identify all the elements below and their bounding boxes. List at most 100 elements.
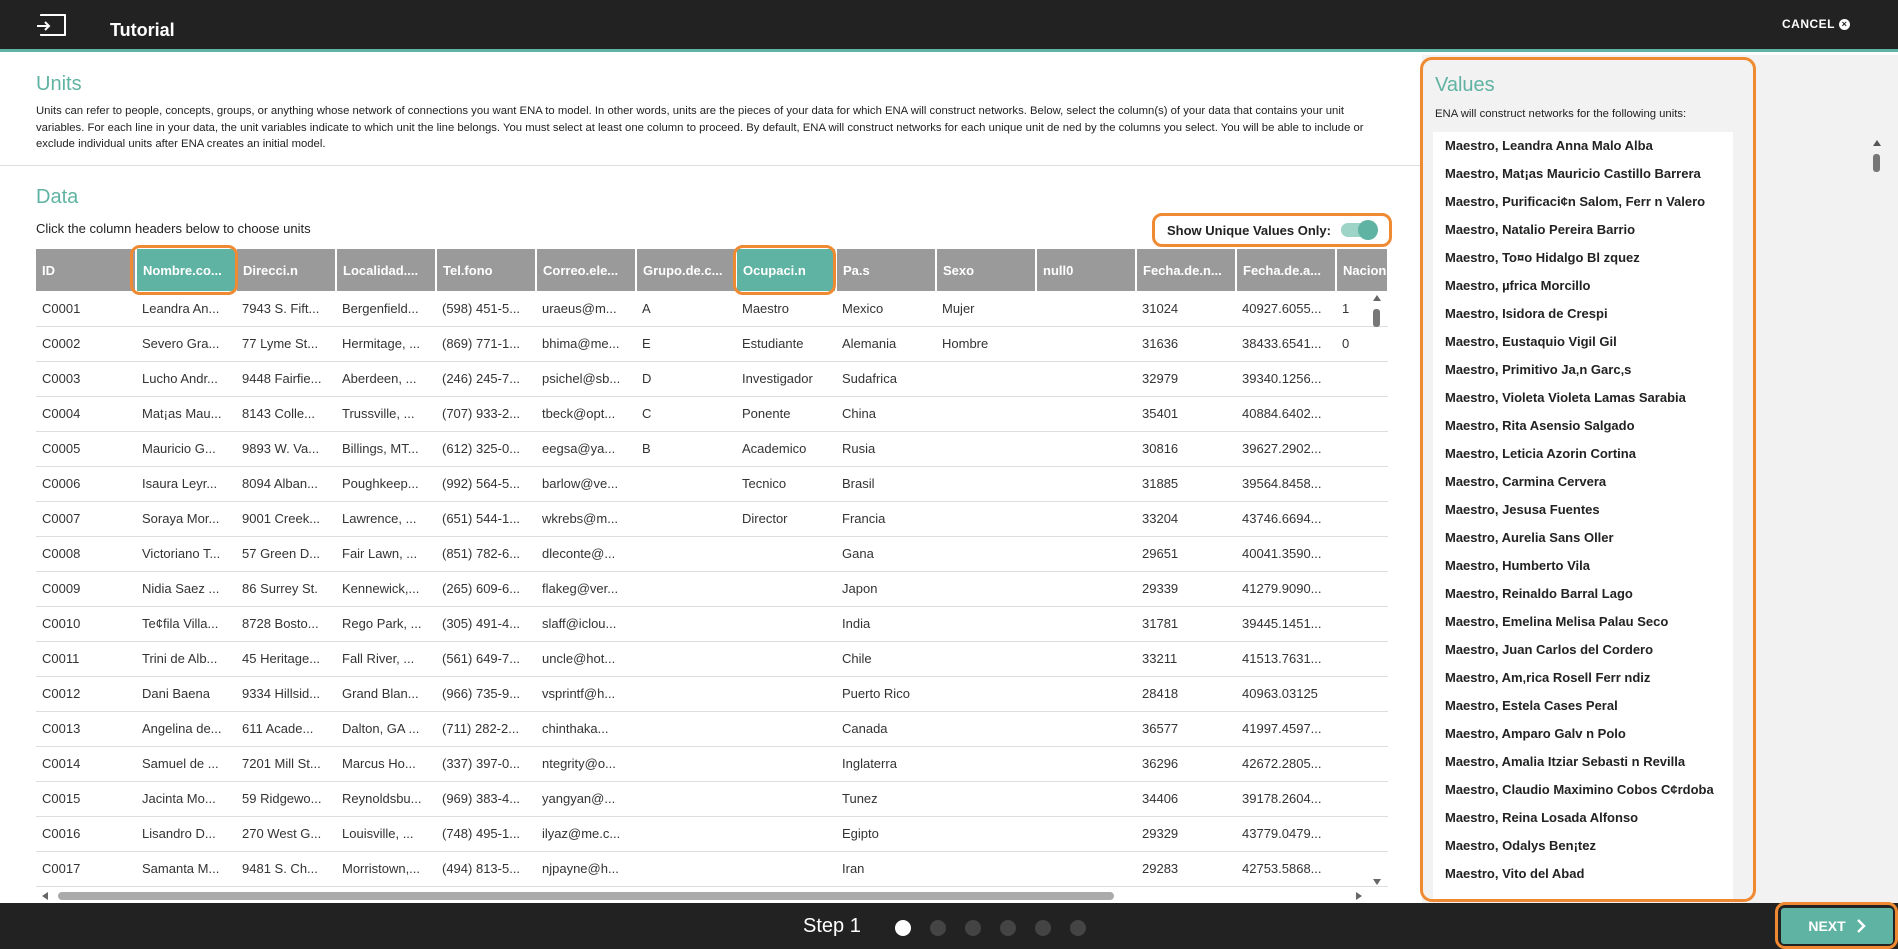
- scroll-left-icon[interactable]: [42, 892, 48, 900]
- scroll-up-icon[interactable]: [1373, 295, 1381, 301]
- step-dot[interactable]: [930, 920, 946, 936]
- value-list-item[interactable]: Maestro, Leticia Azorin Cortina: [1433, 440, 1733, 468]
- column-header[interactable]: Pa.s: [836, 249, 937, 291]
- scroll-thumb[interactable]: [58, 892, 1114, 900]
- table-cell: Maestro: [736, 291, 836, 327]
- column-header[interactable]: Ocupaci.n: [736, 249, 837, 291]
- column-header[interactable]: null0: [1036, 249, 1137, 291]
- scroll-down-icon[interactable]: [1373, 879, 1381, 885]
- step-dot[interactable]: [1070, 920, 1086, 936]
- table-cell: 39178.2604...: [1236, 781, 1336, 817]
- value-list-item[interactable]: Maestro, Jesusa Fuentes: [1433, 496, 1733, 524]
- table-cell: 9893 W. Va...: [236, 431, 336, 467]
- value-list-item[interactable]: Maestro, Claudio Maximino Cobos C¢rdoba: [1433, 776, 1733, 804]
- value-list-item[interactable]: Maestro, Primitivo Ja‚n Garc‚s: [1433, 356, 1733, 384]
- value-list-item[interactable]: Maestro, Amparo Galv n Polo: [1433, 720, 1733, 748]
- column-header[interactable]: Nacion: [1336, 249, 1388, 291]
- table-cell: 33204: [1136, 501, 1236, 537]
- value-list-item[interactable]: Maestro, Purificaci¢n Salom, Ferr n Vale…: [1433, 188, 1733, 216]
- table-row: C0008 Victoriano T... 57 Green D... Fair La…: [36, 536, 1388, 572]
- table-cell: [736, 711, 836, 747]
- table-cell: C0016: [36, 816, 136, 852]
- step-dot[interactable]: [965, 920, 981, 936]
- next-button[interactable]: NEXT: [1781, 908, 1893, 944]
- table-cell: 36577: [1136, 711, 1236, 747]
- column-header[interactable]: Grupo.de.c...: [636, 249, 737, 291]
- column-header[interactable]: Fecha.de.a...: [1236, 249, 1337, 291]
- table-vertical-scrollbar[interactable]: [1370, 295, 1384, 885]
- value-list-item[interactable]: Maestro, Mat¡as Mauricio Castillo Barrer…: [1433, 160, 1733, 188]
- exit-icon[interactable]: [37, 14, 66, 36]
- table-cell: 42672.2805...: [1236, 746, 1336, 782]
- table-row: C0001 Leandra An... 7943 S. Fift... Bergenf…: [36, 291, 1388, 327]
- table-cell: [1036, 571, 1136, 607]
- value-list-item[interactable]: Maestro, Juan Carlos del Cordero: [1433, 636, 1733, 664]
- value-list-item[interactable]: Maestro, Emelina Melisa Palau Seco: [1433, 608, 1733, 636]
- value-list-item[interactable]: Maestro, Violeta Violeta Lamas Sarabia: [1433, 384, 1733, 412]
- table-cell: 39340.1256...: [1236, 361, 1336, 397]
- table-cell: (651) 544-1...: [436, 501, 536, 537]
- value-list-item[interactable]: Maestro, Odalys Ben¡tez: [1433, 832, 1733, 860]
- table-cell: [636, 711, 736, 747]
- value-list-item[interactable]: Maestro, Carmina Cervera: [1433, 468, 1733, 496]
- table-cell: Morristown,...: [336, 851, 436, 887]
- table-cell: 39627.2902...: [1236, 431, 1336, 467]
- table-horizontal-scrollbar[interactable]: [42, 890, 1362, 902]
- table-cell: 31781: [1136, 606, 1236, 642]
- value-list-item[interactable]: Maestro, Humberto Vila: [1433, 552, 1733, 580]
- table-cell: Rego Park, ...: [336, 606, 436, 642]
- table-cell: Bergenfield...: [336, 291, 436, 327]
- column-header[interactable]: Tel.fono: [436, 249, 537, 291]
- value-list-item[interactable]: Maestro, Leandra Anna Malo Alba: [1433, 132, 1733, 160]
- value-list-item[interactable]: Maestro, Reina Losada Alfonso: [1433, 804, 1733, 832]
- scroll-thumb[interactable]: [1873, 154, 1880, 172]
- table-cell: [936, 466, 1036, 502]
- step-dot[interactable]: [1035, 920, 1051, 936]
- column-header[interactable]: Direcci.n: [236, 249, 337, 291]
- value-list-item[interactable]: Maestro, Vito del Abad: [1433, 860, 1733, 888]
- table-cell: 38433.6541...: [1236, 326, 1336, 362]
- scroll-thumb[interactable]: [1373, 309, 1380, 327]
- table-cell: 9448 Fairfie...: [236, 361, 336, 397]
- value-list-item[interactable]: Maestro, Amalia Itziar Sebasti n Revilla: [1433, 748, 1733, 776]
- value-list-item[interactable]: Maestro, Natalio Pereira Barrio: [1433, 216, 1733, 244]
- table-cell: Marcus Ho...: [336, 746, 436, 782]
- values-list[interactable]: Maestro, Leandra Anna Malo Alba Maestro, …: [1433, 132, 1733, 899]
- column-header[interactable]: Sexo: [936, 249, 1037, 291]
- column-header[interactable]: Correo.ele...: [536, 249, 637, 291]
- scroll-right-icon[interactable]: [1356, 892, 1362, 900]
- cancel-button[interactable]: CANCEL ×: [1782, 17, 1850, 31]
- column-header[interactable]: Fecha.de.n...: [1136, 249, 1237, 291]
- value-list-item[interactable]: Maestro, To¤o Hidalgo Bl zquez: [1433, 244, 1733, 272]
- value-list-item[interactable]: Maestro, Eustaquio Vigil Gil: [1433, 328, 1733, 356]
- table-row: C0015 Jacinta Mo... 59 Ridgewo... Reynoldsb…: [36, 781, 1388, 817]
- values-scrollbar[interactable]: [1871, 136, 1883, 904]
- table-cell: [936, 781, 1036, 817]
- top-bar: Tutorial CANCEL ×: [0, 0, 1898, 52]
- column-header[interactable]: Localidad....: [336, 249, 437, 291]
- step-dot[interactable]: [1000, 920, 1016, 936]
- table-cell: [636, 571, 736, 607]
- value-list-item[interactable]: Maestro, Reinaldo Barral Lago: [1433, 580, 1733, 608]
- value-list-item[interactable]: Maestro, Isidora de Crespi: [1433, 300, 1733, 328]
- value-list-item[interactable]: Maestro, Estela Cases Peral: [1433, 692, 1733, 720]
- scroll-up-icon[interactable]: [1873, 140, 1881, 146]
- table-cell: [936, 501, 1036, 537]
- table-cell: C0006: [36, 466, 136, 502]
- table-cell: [936, 641, 1036, 677]
- value-list-item[interactable]: Maestro, Rita Asensio Salgado: [1433, 412, 1733, 440]
- table-cell: 86 Surrey St.: [236, 571, 336, 607]
- value-list-item[interactable]: Maestro, Am‚rica Rosell Ferr ndiz: [1433, 664, 1733, 692]
- close-circle-icon: ×: [1839, 18, 1850, 30]
- column-header[interactable]: Nombre.co...: [136, 249, 237, 291]
- column-header[interactable]: ID: [36, 249, 137, 291]
- step-dot[interactable]: [895, 920, 911, 936]
- table-cell: C0009: [36, 571, 136, 607]
- value-list-item[interactable]: Maestro, µfrica Morcillo: [1433, 272, 1733, 300]
- table-cell: Japon: [836, 571, 936, 607]
- unique-values-toggle[interactable]: [1340, 220, 1378, 240]
- value-list-item[interactable]: Maestro, Aurelia Sans Oller: [1433, 524, 1733, 552]
- table-cell: 9001 Creek...: [236, 501, 336, 537]
- table-cell: (869) 771-1...: [436, 326, 536, 362]
- table-cell: Trussville, ...: [336, 396, 436, 432]
